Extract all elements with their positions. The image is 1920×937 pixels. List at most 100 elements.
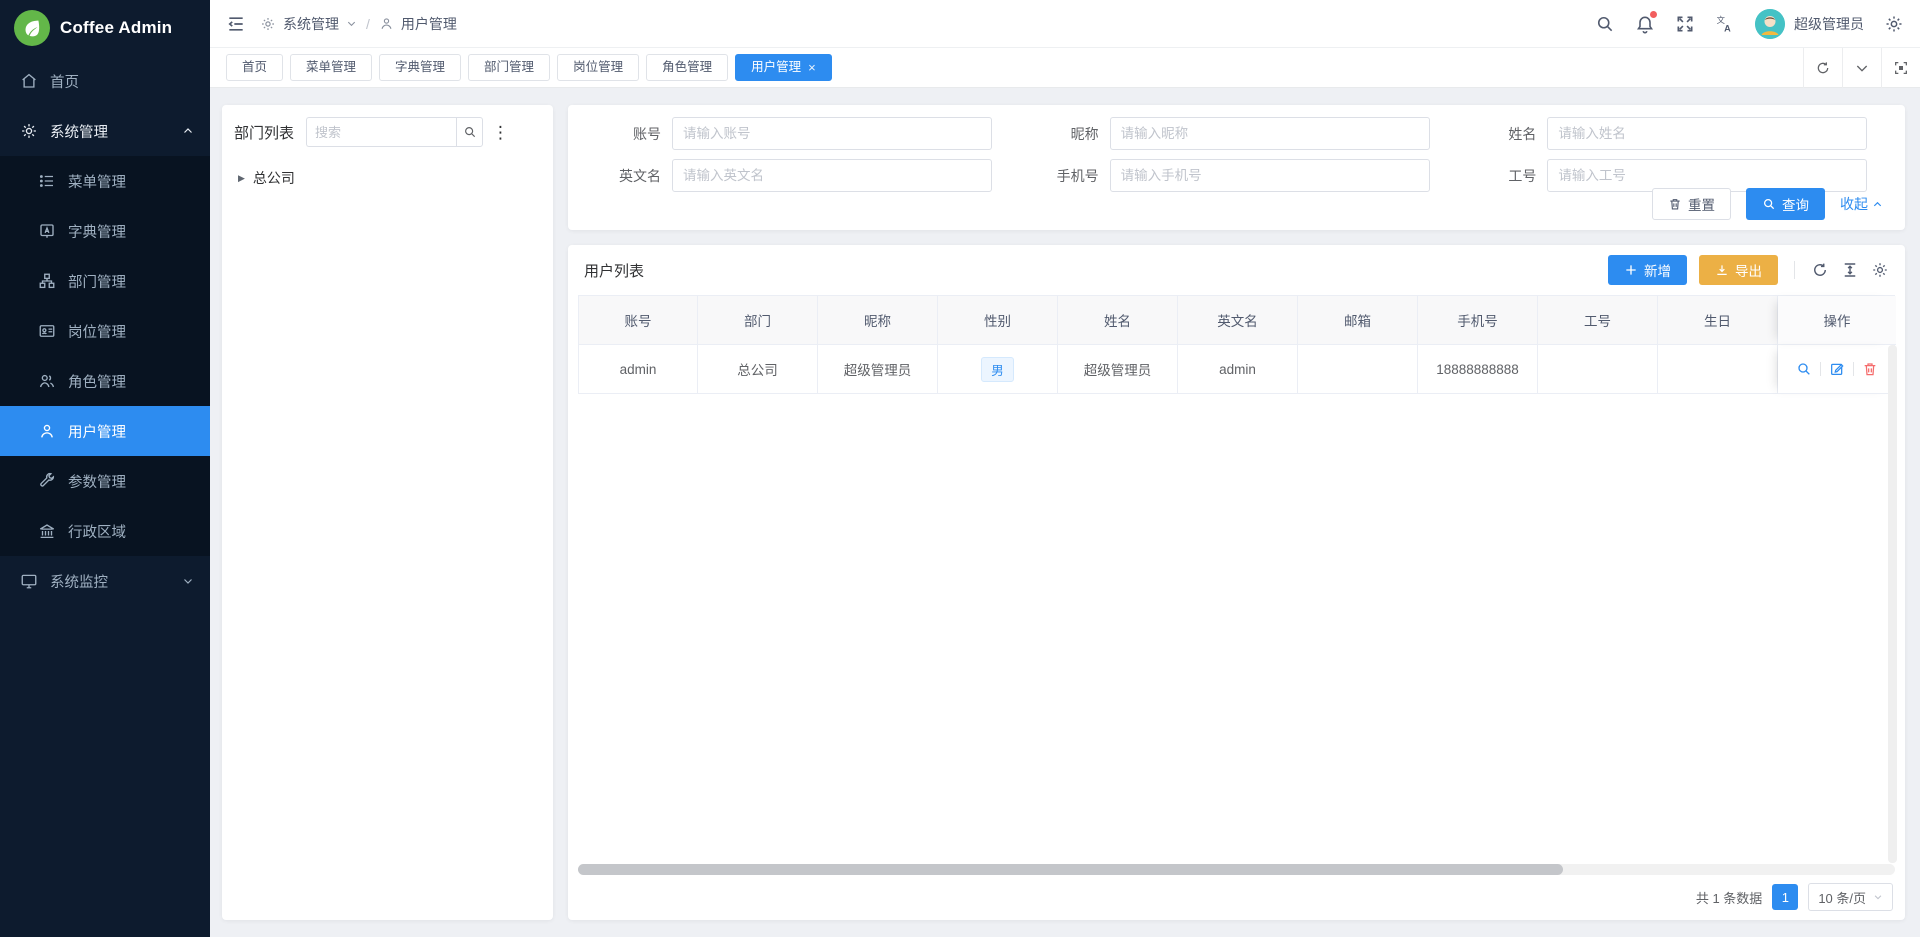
tab-role-mgmt[interactable]: 角色管理 bbox=[646, 54, 728, 81]
translate-icon[interactable]: 文A bbox=[1715, 14, 1735, 34]
collapse-sidebar-icon[interactable] bbox=[226, 14, 246, 34]
name-input[interactable] bbox=[1547, 117, 1867, 150]
avatar[interactable] bbox=[1755, 9, 1785, 39]
chevron-up-icon bbox=[182, 125, 194, 137]
notification-badge-dot bbox=[1650, 11, 1657, 18]
account-input[interactable] bbox=[672, 117, 992, 150]
column-header: 性别 bbox=[938, 296, 1058, 345]
breadcrumb-current: 用户管理 bbox=[401, 14, 457, 34]
user-icon bbox=[38, 422, 56, 440]
export-button[interactable]: 导出 bbox=[1699, 255, 1778, 285]
sidebar-item-label: 行政区域 bbox=[68, 521, 126, 542]
notification-bell[interactable] bbox=[1635, 14, 1655, 34]
field-label: 工号 bbox=[1455, 166, 1547, 186]
close-icon[interactable]: × bbox=[808, 61, 816, 74]
sidebar-group-system[interactable]: 系统管理 bbox=[0, 106, 210, 156]
tab-dept-mgmt[interactable]: 部门管理 bbox=[468, 54, 550, 81]
tab-label: 字典管理 bbox=[395, 55, 445, 80]
tab-post-mgmt[interactable]: 岗位管理 bbox=[557, 54, 639, 81]
search-icon[interactable] bbox=[1595, 14, 1615, 34]
sidebar-group-label: 系统监控 bbox=[50, 571, 170, 592]
horizontal-scrollbar-thumb[interactable] bbox=[578, 864, 1563, 875]
tab-dict-mgmt[interactable]: 字典管理 bbox=[379, 54, 461, 81]
home-icon bbox=[20, 72, 38, 90]
edit-row-icon[interactable] bbox=[1829, 361, 1845, 377]
settings-gear-icon[interactable] bbox=[1884, 14, 1904, 34]
trash-icon bbox=[1668, 197, 1682, 211]
department-panel: 部门列表 ⋮ ▶ 总公司 bbox=[222, 105, 553, 920]
roles-icon bbox=[38, 372, 56, 390]
kebab-menu-icon[interactable]: ⋮ bbox=[492, 124, 509, 141]
caret-right-icon[interactable]: ▶ bbox=[238, 173, 245, 184]
tab-label: 部门管理 bbox=[484, 55, 534, 80]
department-search-button[interactable] bbox=[456, 117, 483, 147]
sidebar-item-user-mgmt[interactable]: 用户管理 bbox=[0, 406, 210, 456]
topbar: 系统管理 / 用户管理 文A bbox=[210, 0, 1920, 48]
user-table: 账号 部门 昵称 性别 姓名 英文名 邮箱 手机号 工号 生日 操作 admin bbox=[578, 295, 1895, 394]
sidebar-item-post-mgmt[interactable]: 岗位管理 bbox=[0, 306, 210, 356]
sidebar-item-dict-mgmt[interactable]: 字典管理 bbox=[0, 206, 210, 256]
sidebar-item-param-mgmt[interactable]: 参数管理 bbox=[0, 456, 210, 506]
cell-name: 超级管理员 bbox=[1058, 345, 1178, 394]
add-user-button[interactable]: 新增 bbox=[1608, 255, 1687, 285]
plus-icon bbox=[1624, 263, 1638, 277]
user-table-card: 用户列表 新增 导出 bbox=[568, 245, 1905, 920]
user-name: 超级管理员 bbox=[1794, 14, 1864, 34]
cell-en-name: admin bbox=[1178, 345, 1298, 394]
view-row-icon[interactable] bbox=[1796, 361, 1812, 377]
fullscreen-icon[interactable] bbox=[1675, 14, 1695, 34]
horizontal-scrollbar-track[interactable] bbox=[578, 864, 1895, 875]
gear-icon bbox=[260, 16, 276, 32]
sidebar-item-dept-mgmt[interactable]: 部门管理 bbox=[0, 256, 210, 306]
department-search bbox=[306, 117, 483, 147]
column-header: 邮箱 bbox=[1298, 296, 1418, 345]
table-settings-gear-icon[interactable] bbox=[1871, 261, 1889, 279]
sidebar-submenu-system: 菜单管理 字典管理 部门管理 岗位管理 角色管理 用户管理 bbox=[0, 156, 210, 556]
sidebar-item-home[interactable]: 首页 bbox=[0, 56, 210, 106]
leaf-logo-icon bbox=[14, 10, 50, 46]
reset-button[interactable]: 重置 bbox=[1652, 188, 1731, 220]
tab-list-dropdown-button[interactable] bbox=[1842, 48, 1881, 88]
breadcrumb-separator: / bbox=[366, 16, 370, 32]
cell-nickname: 超级管理员 bbox=[818, 345, 938, 394]
row-height-icon[interactable] bbox=[1841, 261, 1859, 279]
chevron-up-icon bbox=[1872, 199, 1883, 210]
bank-icon bbox=[38, 522, 56, 540]
monitor-icon bbox=[20, 572, 38, 590]
phone-input[interactable] bbox=[1110, 159, 1430, 192]
page-1-button[interactable]: 1 bbox=[1772, 884, 1798, 910]
department-search-input[interactable] bbox=[306, 117, 456, 147]
chevron-down-icon bbox=[346, 18, 357, 29]
delete-row-icon[interactable] bbox=[1862, 361, 1878, 377]
content-area: 部门列表 ⋮ ▶ 总公司 bbox=[210, 88, 1920, 937]
maximize-content-button[interactable] bbox=[1881, 48, 1920, 88]
tab-label: 首页 bbox=[242, 55, 267, 80]
tree-node-head-office[interactable]: ▶ 总公司 bbox=[234, 163, 541, 193]
column-header: 生日 bbox=[1658, 296, 1778, 345]
sidebar-item-admin-region[interactable]: 行政区域 bbox=[0, 506, 210, 556]
tab-user-mgmt[interactable]: 用户管理 × bbox=[735, 54, 832, 81]
query-button[interactable]: 查询 bbox=[1746, 188, 1825, 220]
tab-menu-mgmt[interactable]: 菜单管理 bbox=[290, 54, 372, 81]
en-name-input[interactable] bbox=[672, 159, 992, 192]
sidebar-item-menu-mgmt[interactable]: 菜单管理 bbox=[0, 156, 210, 206]
field-en-name: 英文名 bbox=[580, 159, 1018, 192]
user-menu[interactable]: 超级管理员 bbox=[1755, 9, 1864, 39]
page-size-select[interactable]: 10 条/页 bbox=[1808, 883, 1893, 911]
cell-account: admin bbox=[579, 345, 698, 394]
vertical-scrollbar-track[interactable] bbox=[1888, 345, 1897, 863]
breadcrumb-parent[interactable]: 系统管理 bbox=[283, 14, 339, 34]
field-name: 姓名 bbox=[1455, 117, 1893, 150]
sidebar-item-role-mgmt[interactable]: 角色管理 bbox=[0, 356, 210, 406]
chevron-down-icon bbox=[1854, 60, 1870, 76]
sidebar-group-monitor[interactable]: 系统监控 bbox=[0, 556, 210, 606]
sidebar-item-label: 菜单管理 bbox=[68, 171, 126, 192]
tab-home[interactable]: 首页 bbox=[226, 54, 283, 81]
chevron-down-icon bbox=[182, 575, 194, 587]
nickname-input[interactable] bbox=[1110, 117, 1430, 150]
refresh-tab-button[interactable] bbox=[1803, 48, 1842, 88]
collapse-form-link[interactable]: 收起 bbox=[1840, 194, 1883, 214]
refresh-table-icon[interactable] bbox=[1811, 261, 1829, 279]
tab-label: 岗位管理 bbox=[573, 55, 623, 80]
field-label: 手机号 bbox=[1018, 166, 1110, 186]
